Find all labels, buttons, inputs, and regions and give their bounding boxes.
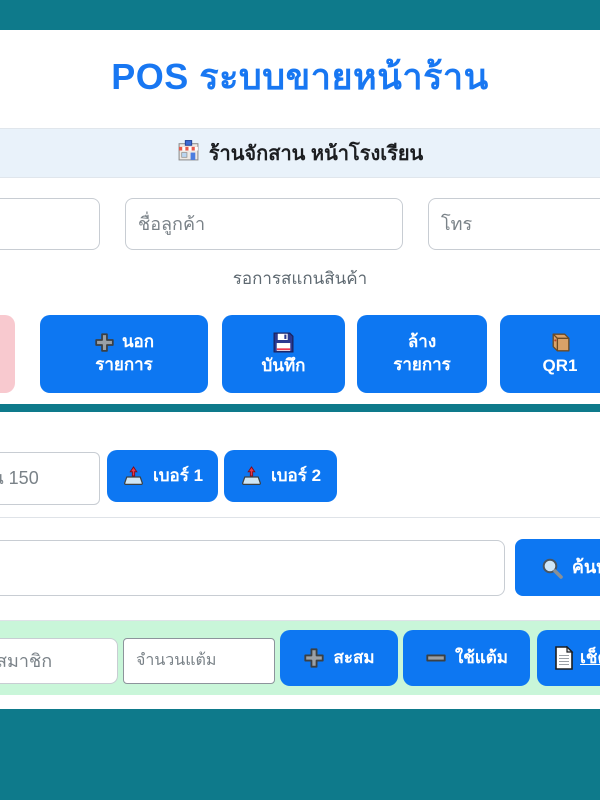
out-of-list-label-line1: นอก <box>122 331 154 354</box>
clear-label-line2: รายการ <box>393 354 451 377</box>
teal-section-divider <box>0 404 600 412</box>
magnifier-icon <box>540 556 564 580</box>
call-bell-icon <box>240 466 263 487</box>
store-name-label: ร้านจักสาน หน้าโรงเรียน <box>209 137 423 169</box>
customer-name-input[interactable] <box>125 198 403 250</box>
search-input[interactable] <box>0 540 505 596</box>
out-of-list-label-line2: รายการ <box>95 354 153 377</box>
page-title: POS ระบบขายหน้าร้าน <box>0 48 600 105</box>
package-icon <box>548 330 573 355</box>
number-2-button[interactable]: เบอร์ 2 <box>224 450 337 502</box>
scan-status-text: รอการสแกนสินค้า <box>0 265 600 292</box>
clear-list-button[interactable]: ล้าง รายการ <box>357 315 487 393</box>
pink-cropped-button[interactable] <box>0 315 15 393</box>
search-label: ค้นหา <box>572 555 600 579</box>
plus-icon <box>303 647 325 669</box>
plus-icon <box>94 332 115 353</box>
collect-points-button[interactable]: สะสม <box>280 630 398 686</box>
collect-points-label: สะสม <box>333 647 374 670</box>
redeem-points-button[interactable]: ใช้แต้ม <box>403 630 530 686</box>
check-points-button[interactable]: เช็คแต้ม <box>537 630 600 686</box>
number-1-button[interactable]: เบอร์ 1 <box>107 450 218 502</box>
phone-input[interactable] <box>428 198 600 250</box>
divider <box>0 517 600 518</box>
storefront-icon <box>177 139 200 168</box>
document-icon <box>554 646 574 670</box>
qr1-label: QR1 <box>543 355 578 378</box>
points-amount-input[interactable] <box>123 638 275 684</box>
save-button[interactable]: บันทึก <box>222 315 345 393</box>
number-1-label: เบอร์ 1 <box>153 465 203 488</box>
top-teal-bar <box>0 0 600 30</box>
out-of-list-button[interactable]: นอก รายการ <box>40 315 208 393</box>
number-2-label: เบอร์ 2 <box>271 465 321 488</box>
save-label: บันทึก <box>262 355 306 378</box>
minus-icon <box>425 647 447 669</box>
check-points-label: เช็คแต้ม <box>580 647 600 670</box>
amount-example-input[interactable] <box>0 452 100 505</box>
store-name-bar: ร้านจักสาน หน้าโรงเรียน <box>0 128 600 178</box>
bottom-teal-bar <box>0 709 600 800</box>
call-bell-icon <box>122 466 145 487</box>
member-number-input[interactable] <box>0 638 118 684</box>
floppy-disk-icon <box>271 330 296 355</box>
clear-label-line1: ล้าง <box>408 331 436 354</box>
qr1-button[interactable]: QR1 <box>500 315 600 393</box>
pos-app: POS ระบบขายหน้าร้าน ร้านจักสาน หน้าโรงเร… <box>0 0 600 800</box>
leftmost-cropped-input[interactable] <box>0 198 100 250</box>
redeem-points-label: ใช้แต้ม <box>455 647 508 670</box>
search-button[interactable]: ค้นหา <box>515 539 600 596</box>
